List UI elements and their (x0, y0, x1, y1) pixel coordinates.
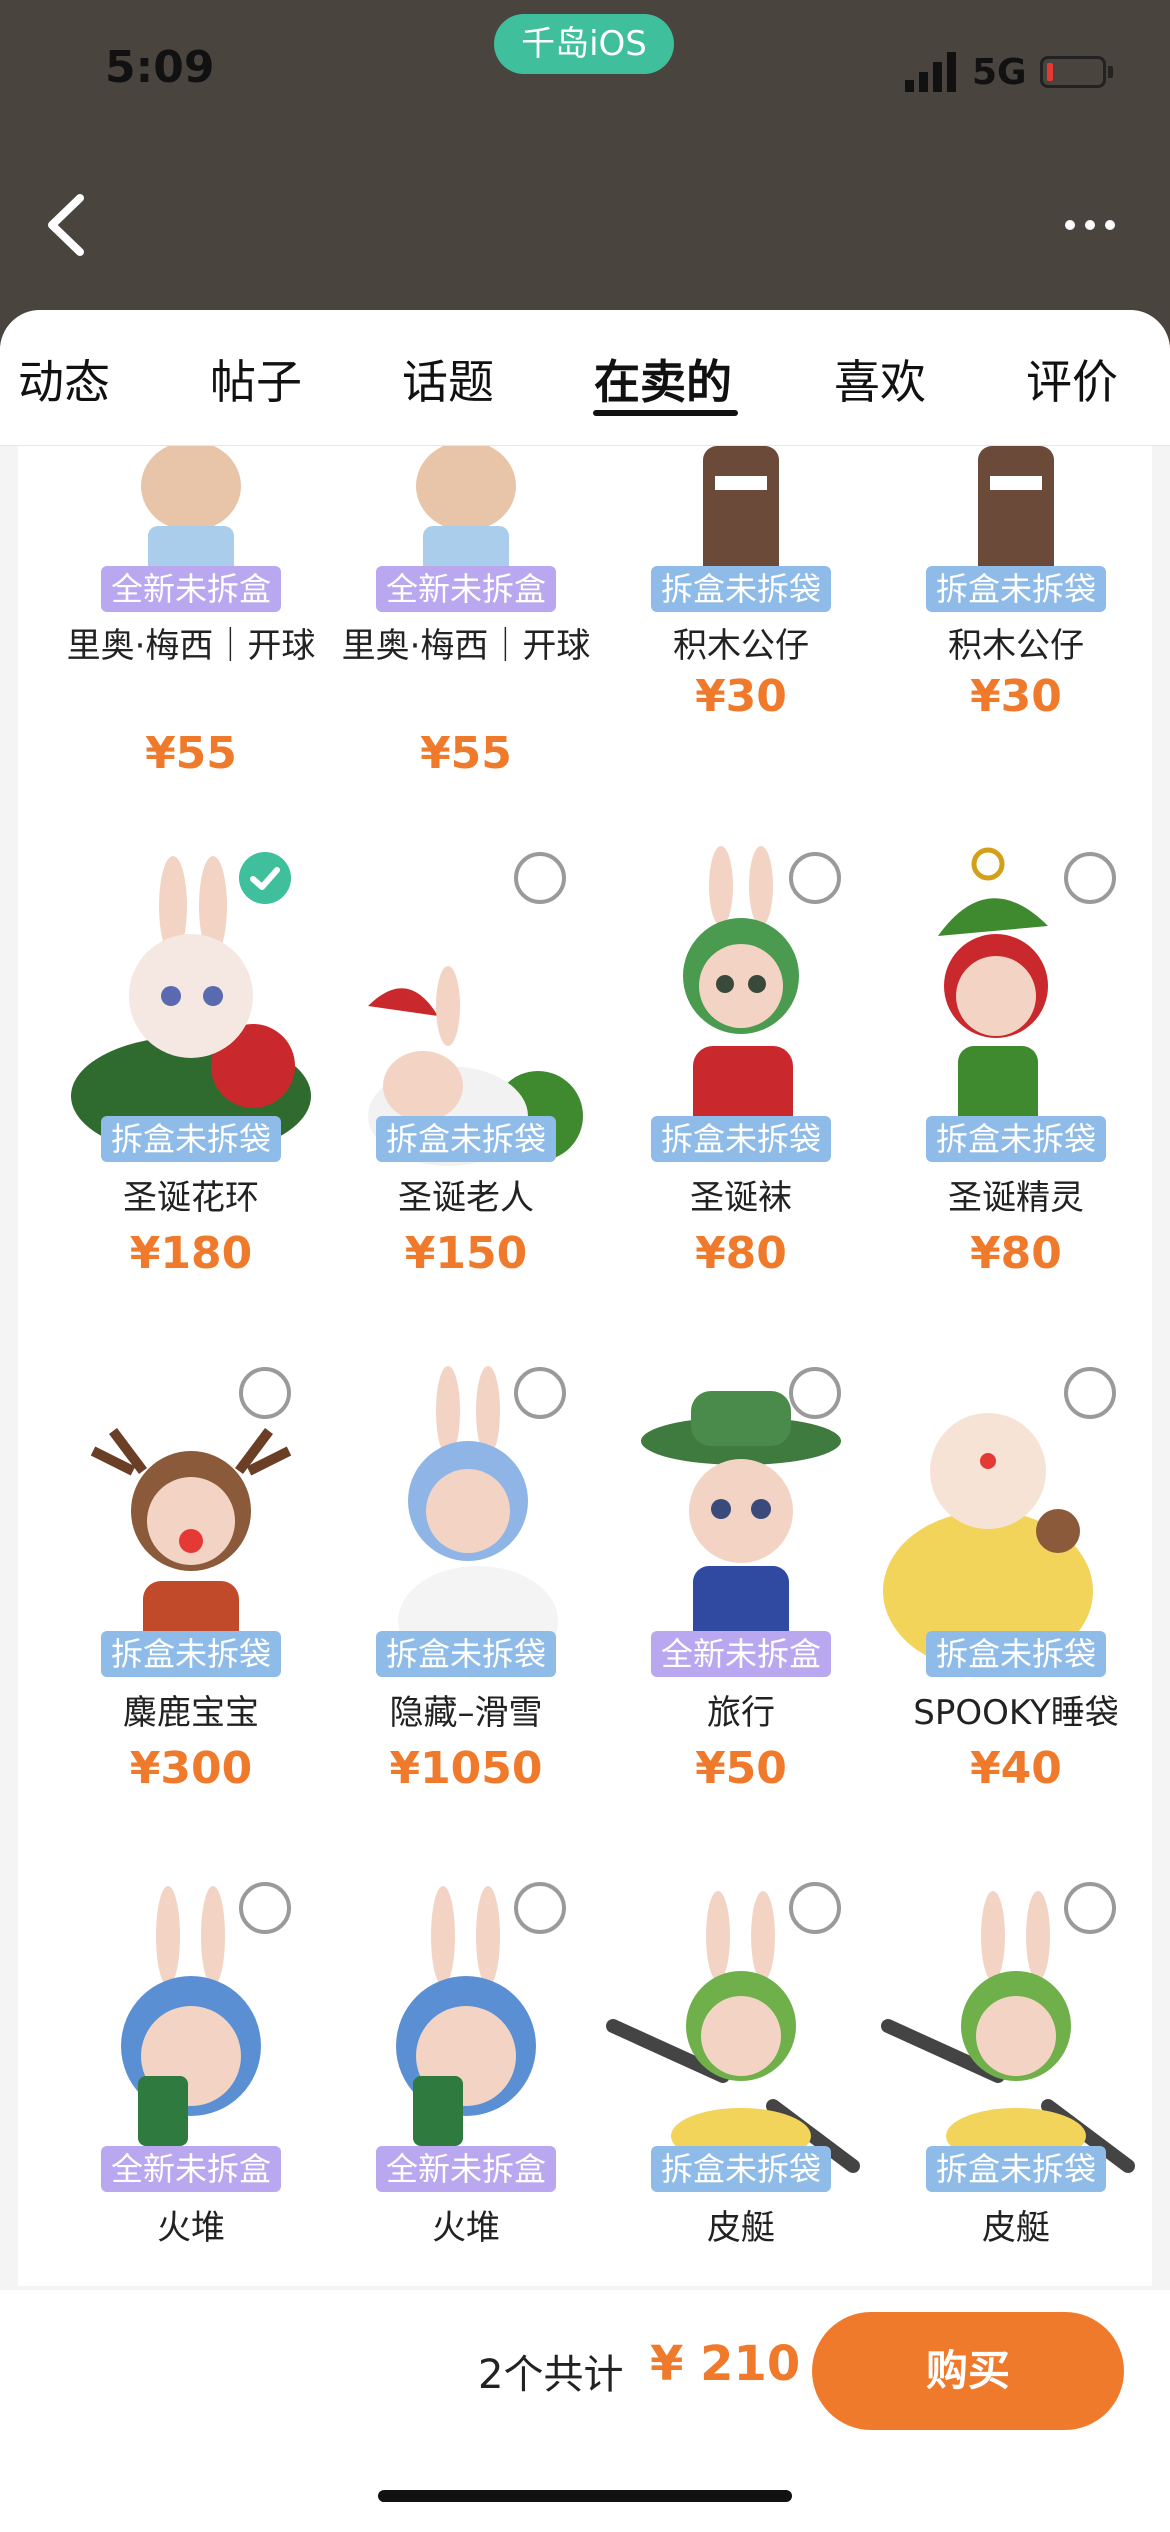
battery-icon (1040, 56, 1106, 88)
product-card[interactable]: 全新未拆盒 旅行 ¥50 (603, 1361, 879, 1821)
product-price: ¥180 (129, 1228, 253, 1279)
product-name: 圣诞老人 (398, 1178, 534, 1218)
tab-posts[interactable]: 帖子 (210, 346, 302, 412)
app-badge[interactable]: 千岛iOS (494, 14, 674, 74)
product-price: ¥1050 (389, 1743, 543, 1794)
product-name: 火堆 (432, 2208, 500, 2248)
condition-tag: 全新未拆盒 (376, 2146, 556, 2192)
product-name: 旅行 (707, 1693, 775, 1733)
product-name: 皮艇 (982, 2208, 1050, 2248)
unchecked-circle-icon[interactable] (514, 1367, 566, 1419)
product-price: ¥150 (404, 1228, 528, 1279)
product-card[interactable]: 拆盒未拆袋 积木公仔 ¥30 (878, 446, 1152, 746)
product-card[interactable]: 拆盒未拆袋 隐藏–滑雪 ¥1050 (328, 1361, 604, 1821)
total-label: 2个共计 (478, 2352, 624, 2398)
product-card[interactable]: 全新未拆盒 火堆 (328, 1876, 604, 2276)
product-card[interactable]: 全新未拆盒 火堆 (53, 1876, 329, 2276)
unchecked-circle-icon[interactable] (514, 852, 566, 904)
unchecked-circle-icon[interactable] (239, 1367, 291, 1419)
product-card[interactable]: 拆盒未拆袋 圣诞老人 ¥150 (328, 846, 604, 1306)
condition-tag: 拆盒未拆袋 (376, 1631, 556, 1677)
condition-tag: 全新未拆盒 (376, 566, 556, 612)
product-price: ¥30 (695, 671, 787, 722)
product-price: ¥40 (970, 1743, 1062, 1794)
product-name: 里奥·梅西｜开球 (341, 626, 591, 666)
unchecked-circle-icon[interactable] (1064, 1882, 1116, 1934)
unchecked-circle-icon[interactable] (1064, 852, 1116, 904)
product-card[interactable]: 拆盒未拆袋 圣诞精灵 ¥80 (878, 846, 1152, 1306)
unchecked-circle-icon[interactable] (239, 1882, 291, 1934)
condition-tag: 全新未拆盒 (101, 2146, 281, 2192)
unchecked-circle-icon[interactable] (789, 852, 841, 904)
product-price: ¥50 (695, 1743, 787, 1794)
product-card[interactable]: 拆盒未拆袋 麋鹿宝宝 ¥300 (53, 1361, 329, 1821)
tab-topics[interactable]: 话题 (402, 346, 494, 412)
condition-tag: 拆盒未拆袋 (376, 1116, 556, 1162)
product-name: 里奥·梅西｜开球 (66, 626, 316, 666)
product-price: ¥300 (129, 1743, 253, 1794)
condition-tag: 拆盒未拆袋 (651, 2146, 831, 2192)
product-price: ¥55 (420, 728, 512, 779)
product-name: 圣诞花环 (123, 1178, 259, 1218)
product-name: 麋鹿宝宝 (123, 1693, 259, 1733)
unchecked-circle-icon[interactable] (789, 1367, 841, 1419)
product-card[interactable]: 全新未拆盒 里奥·梅西｜开球 ¥55 (53, 446, 329, 779)
product-card[interactable]: 拆盒未拆袋 SPOOKY睡袋 ¥40 (878, 1361, 1152, 1821)
signal-icon (905, 52, 956, 92)
condition-tag: 拆盒未拆袋 (926, 566, 1106, 612)
tab-dynamics[interactable]: 动态 (18, 346, 110, 412)
condition-tag: 全新未拆盒 (651, 1631, 831, 1677)
product-name: 圣诞精灵 (948, 1178, 1084, 1218)
product-card[interactable]: 全新未拆盒 里奥·梅西｜开球 ¥55 (328, 446, 604, 779)
condition-tag: 拆盒未拆袋 (926, 1631, 1106, 1677)
product-card[interactable]: 拆盒未拆袋 皮艇 (603, 1876, 879, 2276)
product-name: 隐藏–滑雪 (389, 1693, 543, 1733)
network-label: 5G (972, 52, 1027, 93)
product-name: 皮艇 (707, 2208, 775, 2248)
profile-sheet: 动态 帖子 话题 在卖的 喜欢 评价 全新未拆盒 里奥·梅西｜开球 ¥55 全新… (0, 310, 1170, 2532)
product-name: 火堆 (157, 2208, 225, 2248)
tab-reviews[interactable]: 评价 (1026, 346, 1118, 412)
condition-tag: 拆盒未拆袋 (926, 2146, 1106, 2192)
chevron-left-icon[interactable] (40, 190, 96, 260)
condition-tag: 拆盒未拆袋 (651, 1116, 831, 1162)
tab-on-sale[interactable]: 在卖的 (594, 346, 732, 412)
product-price: ¥80 (970, 1228, 1062, 1279)
tab-bar: 动态 帖子 话题 在卖的 喜欢 评价 (0, 310, 1170, 446)
product-card[interactable]: 拆盒未拆袋 圣诞袜 ¥80 (603, 846, 879, 1306)
product-card[interactable]: 拆盒未拆袋 圣诞花环 ¥180 (53, 846, 329, 1306)
product-name: SPOOKY睡袋 (913, 1693, 1119, 1733)
ellipsis-icon[interactable] (1065, 200, 1135, 250)
product-card[interactable]: 拆盒未拆袋 积木公仔 ¥30 (603, 446, 879, 746)
product-price: ¥30 (970, 671, 1062, 722)
tab-likes[interactable]: 喜欢 (834, 346, 926, 412)
total-price: ¥ 210 (650, 2336, 801, 2392)
product-price: ¥80 (695, 1228, 787, 1279)
condition-tag: 拆盒未拆袋 (651, 566, 831, 612)
product-card[interactable]: 拆盒未拆袋 皮艇 (878, 1876, 1152, 2276)
product-name: 积木公仔 (673, 626, 809, 666)
battery-tip (1108, 66, 1113, 78)
condition-tag: 拆盒未拆袋 (101, 1631, 281, 1677)
product-name: 圣诞袜 (690, 1178, 792, 1218)
product-grid: 全新未拆盒 里奥·梅西｜开球 ¥55 全新未拆盒 里奥·梅西｜开球 ¥55 拆盒… (18, 446, 1152, 2286)
unchecked-circle-icon[interactable] (514, 1882, 566, 1934)
status-time: 5:09 (105, 42, 215, 93)
condition-tag: 拆盒未拆袋 (101, 1116, 281, 1162)
unchecked-circle-icon[interactable] (789, 1882, 841, 1934)
product-name: 积木公仔 (948, 626, 1084, 666)
status-bar: 5:09 千岛iOS 5G (0, 0, 1170, 150)
buy-button[interactable]: 购买 (812, 2312, 1124, 2430)
condition-tag: 拆盒未拆袋 (926, 1116, 1106, 1162)
active-tab-indicator (593, 410, 738, 416)
unchecked-circle-icon[interactable] (1064, 1367, 1116, 1419)
home-indicator[interactable] (378, 2490, 792, 2502)
product-price: ¥55 (145, 728, 237, 779)
condition-tag: 全新未拆盒 (101, 566, 281, 612)
checked-circle-icon[interactable] (239, 852, 291, 904)
